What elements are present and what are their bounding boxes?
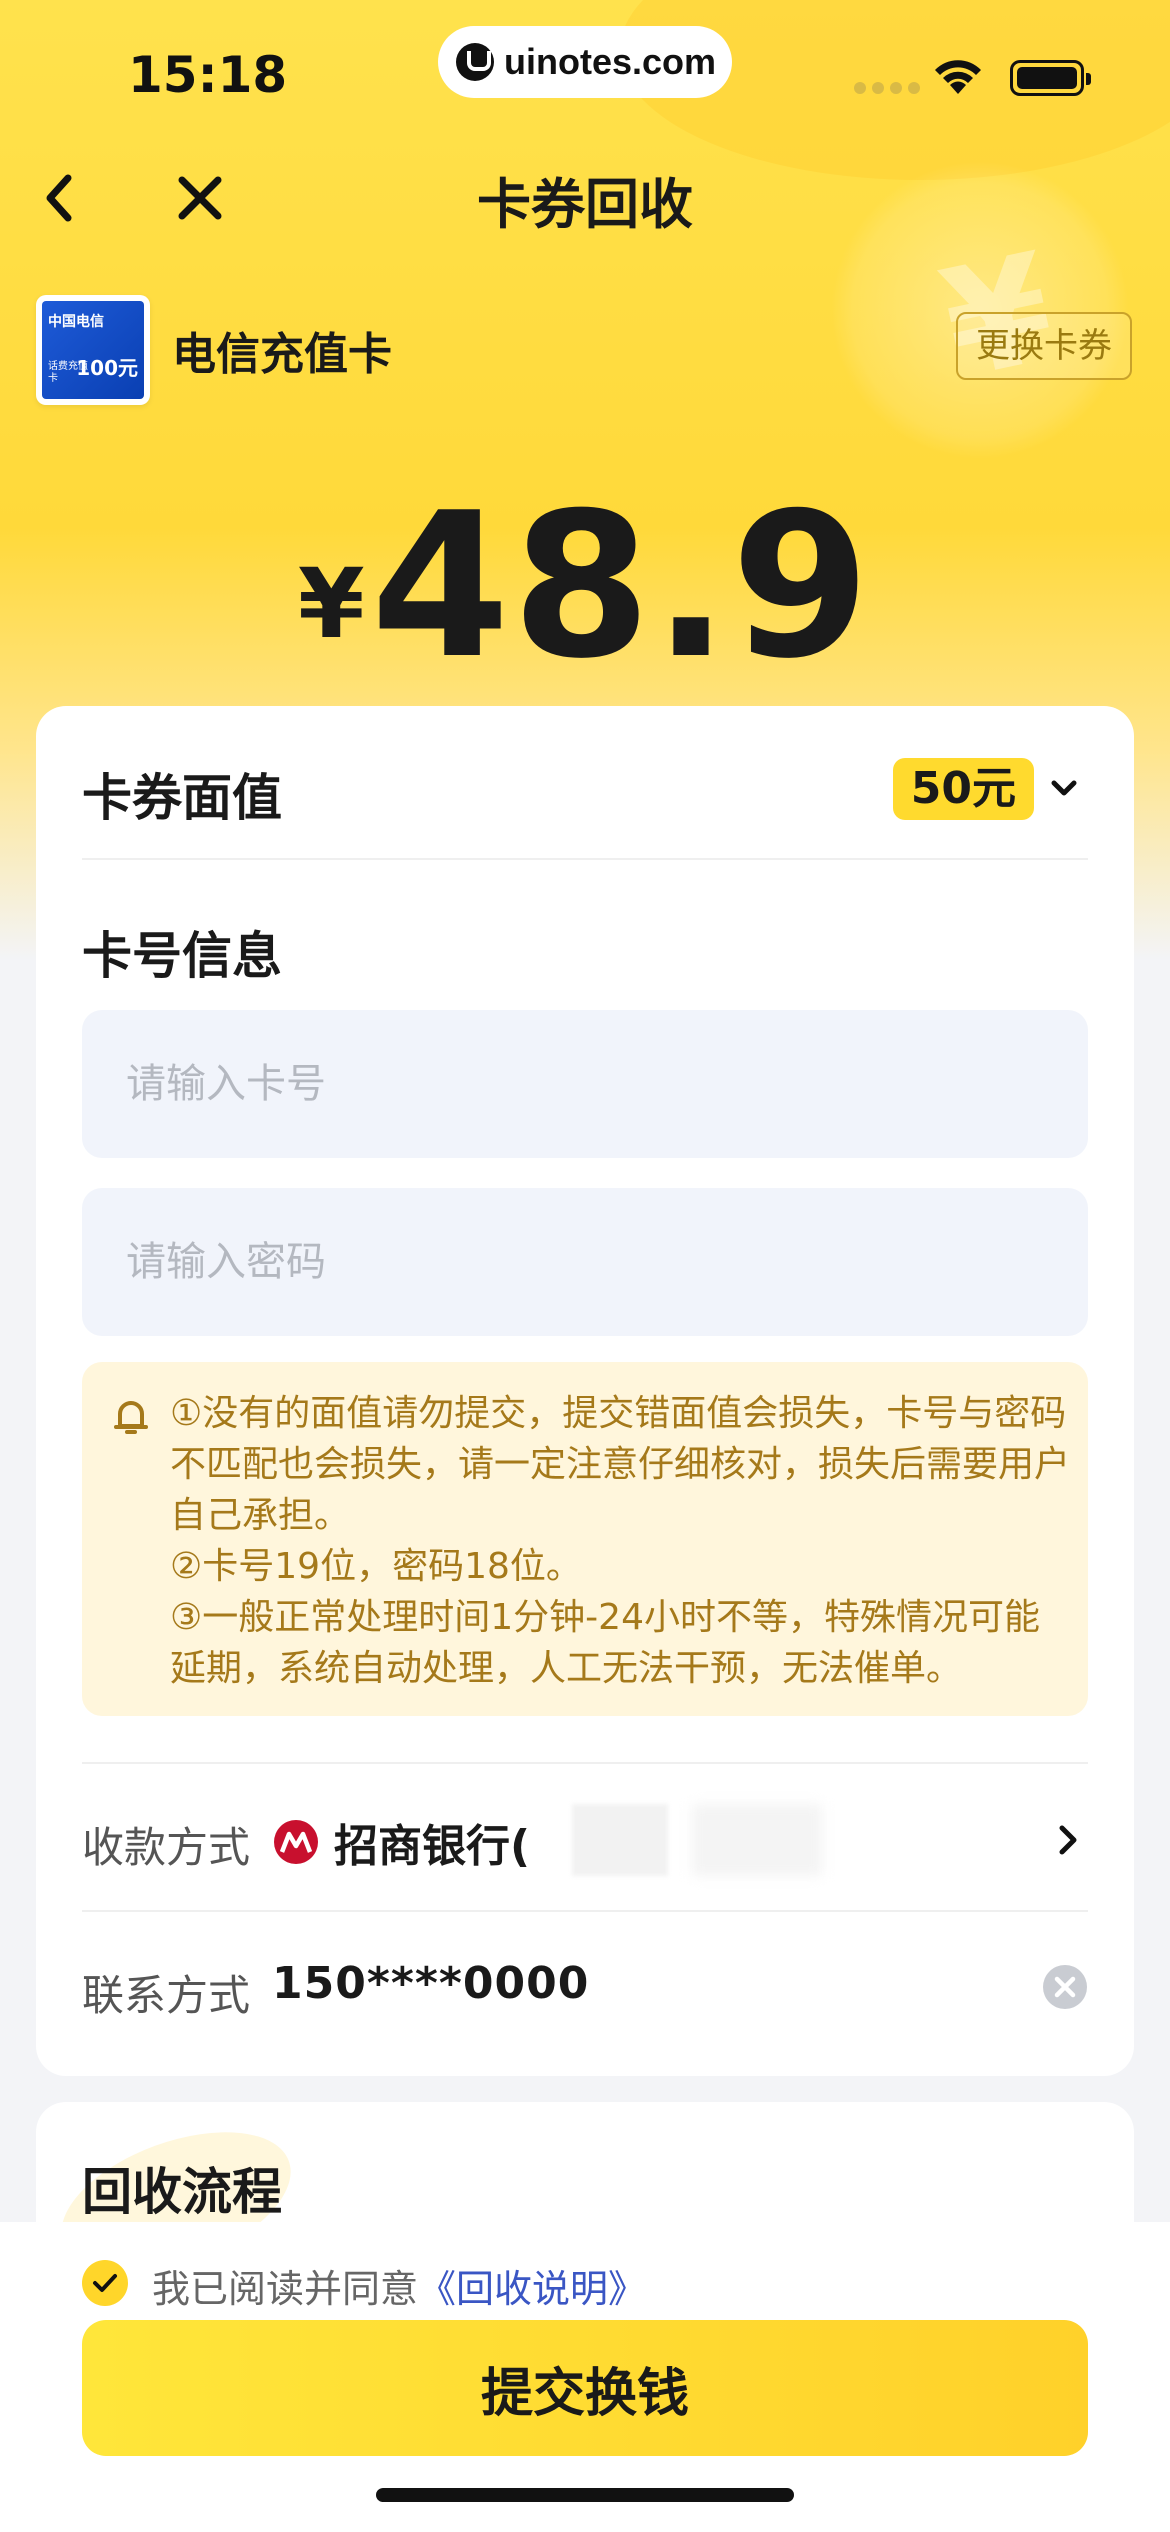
price-currency-symbol: ¥ — [297, 548, 365, 660]
cmb-bank-logo-icon — [274, 1820, 318, 1864]
recycle-terms-link[interactable]: 《回收说明》 — [418, 2267, 646, 2311]
notice-box: ①没有的面值请勿提交，提交错面值会损失，卡号与密码不匹配也会损失，请一定注意仔细… — [82, 1362, 1088, 1716]
notice-text: ①没有的面值请勿提交，提交错面值会损失，卡号与密码不匹配也会损失，请一定注意仔细… — [170, 1388, 1070, 1694]
contact-label: 联系方式 — [82, 1971, 251, 2020]
page: ¥ 15:18 uinotes.com 卡券回收 中国电信 话费充值卡 100元 — [0, 0, 1170, 2532]
face-value-row[interactable]: 卡券面值 50元 — [82, 750, 1088, 860]
card-password-input[interactable] — [82, 1188, 1088, 1336]
payment-method-row[interactable]: 收款方式 招商银行() — [82, 1762, 1088, 1910]
agree-prefix: 我已阅读并同意 — [152, 2267, 419, 2311]
card-number-input[interactable] — [82, 1010, 1088, 1158]
bank-name-text: 招商银行( — [334, 1821, 531, 1872]
card-thumbnail: 中国电信 话费充值卡 100元 — [36, 295, 150, 405]
card-thumbnail-image: 中国电信 话费充值卡 100元 — [42, 301, 144, 399]
url-text: uinotes.com — [504, 41, 717, 82]
card-info-title: 卡号信息 — [82, 927, 282, 985]
process-title: 回收流程 — [82, 2163, 282, 2221]
home-indicator — [376, 2488, 794, 2502]
contact-phone-value[interactable]: 150****0000 — [272, 1958, 589, 2009]
status-bar: 15:18 uinotes.com — [0, 0, 1170, 150]
clear-icon[interactable] — [1042, 1964, 1088, 2010]
agree-text: 我已阅读并同意《回收说明》 — [152, 2258, 646, 2313]
change-card-button[interactable]: 更换卡券 — [956, 312, 1132, 380]
recycle-price: ¥48.9 — [0, 470, 1170, 703]
uinotes-logo-icon — [456, 43, 494, 81]
page-title: 卡券回收 — [477, 173, 693, 236]
price-amount: 48.9 — [370, 470, 873, 703]
status-time: 15:18 — [128, 46, 288, 104]
wifi-icon — [935, 60, 981, 94]
notice-line: ①没有的面值请勿提交，提交错面值会损失，卡号与密码不匹配也会损失，请一定注意仔细… — [170, 1393, 1071, 1536]
submit-exchange-button[interactable]: 提交换钱 — [82, 2320, 1088, 2456]
recycle-form-card: 卡券面值 50元 卡号信息 ①没有的面值请勿提交，提交错面值会损失，卡号与密码不… — [36, 706, 1134, 2076]
redacted-account-tail — [572, 1804, 668, 1876]
face-value-label: 卡券面值 — [82, 769, 282, 827]
face-value-badge[interactable]: 50元 — [892, 758, 1034, 820]
contact-row: 联系方式 150****0000 — [82, 1910, 1088, 2058]
agree-checkbox[interactable] — [82, 2260, 128, 2306]
notice-line: ③一般正常处理时间1分钟-24小时不等，特殊情况可能延期，系统自动处理，人工无法… — [170, 1597, 1040, 1689]
bell-icon — [114, 1401, 148, 1434]
notice-line: ②卡号19位，密码18位。 — [170, 1546, 582, 1587]
battery-icon — [1010, 60, 1091, 96]
bottom-action-bar: 我已阅读并同意《回收说明》 提交换钱 — [0, 2222, 1170, 2532]
url-pill[interactable]: uinotes.com — [438, 26, 732, 98]
check-icon — [93, 2274, 117, 2292]
redacted-account-name — [692, 1804, 822, 1876]
chevron-right-icon — [1059, 1825, 1077, 1855]
chevron-down-icon[interactable] — [1048, 772, 1080, 804]
cellular-signal-icon — [854, 82, 920, 94]
card-thumbnail-amount: 100元 — [76, 356, 138, 380]
payment-method-label: 收款方式 — [82, 1823, 251, 1872]
card-thumbnail-brand: 中国电信 — [48, 314, 104, 330]
card-name: 电信充值卡 — [172, 329, 392, 380]
